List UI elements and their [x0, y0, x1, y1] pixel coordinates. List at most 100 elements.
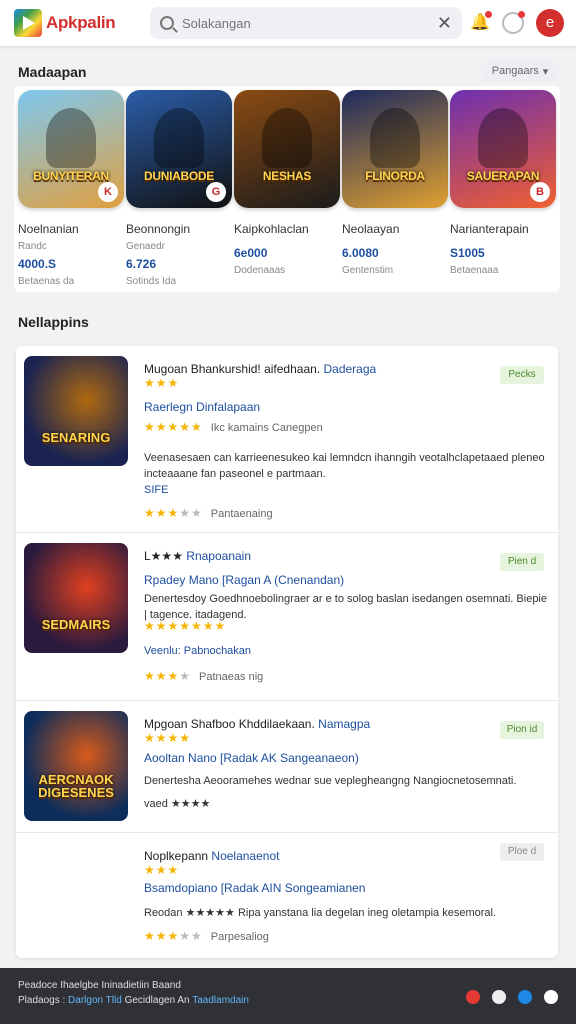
logo-text: Apkpalin [46, 13, 116, 32]
rating-label: Parpesaliog [210, 931, 269, 943]
app-title[interactable]: Mpgoan Shafboo Khddilaekaan. Namagpa [144, 717, 370, 731]
rating-stars: ★★★ [144, 863, 180, 877]
logo[interactable]: Apkpalin [14, 9, 134, 37]
thumbnail-art-text: BUNYITERAN [33, 169, 109, 183]
app-thumbnail[interactable]: DUNIABODE G [126, 90, 232, 208]
sort-dropdown[interactable]: Pangaars ▾ [480, 60, 560, 82]
list-item[interactable]: SENARING Mugoan Bhankurshid! aifedhaan. D… [16, 346, 558, 532]
title-highlight[interactable]: Namagpa [318, 717, 370, 731]
search-input[interactable] [182, 15, 429, 31]
featured-app-card[interactable]: FLINORDA Neolaayan 6.0080 Gentenstim [342, 90, 448, 292]
notification-dot [485, 11, 492, 18]
footer-text: Pladaogs : [18, 995, 66, 1006]
character-figure [154, 108, 204, 168]
stars-empty: ★★ [179, 929, 203, 943]
social-icon[interactable] [492, 990, 506, 1004]
featured-app-card[interactable]: SAUERAPAN B Narianterapain S1005 Betaenaaa [450, 90, 556, 292]
app-title[interactable]: Noplkepann Noelanaenot [144, 849, 279, 863]
social-icon[interactable] [544, 990, 558, 1004]
status-badge: Pion id [500, 721, 544, 739]
app-thumbnail[interactable]: AERCNAOK DIGESENES [24, 711, 128, 821]
title-highlight[interactable]: Daderaga [323, 362, 376, 376]
featured-app-card[interactable]: BUNYITERAN K Noelnanian Randc 4000.S Betaenas… [18, 90, 124, 292]
thumbnail-art-text: DUNIABODE [144, 169, 214, 183]
list-item[interactable]: SEDMAIRS L★★★ Rnapoanain Pien d Rpadey Mano… [16, 532, 558, 700]
featured-app-card[interactable]: DUNIABODE G Beonnongin Genaedr 6.726 Sotinds … [126, 90, 232, 292]
thumbnail-art-text: SEDMAIRS [41, 617, 111, 632]
rating-label: Pantaenaing [210, 508, 273, 520]
app-downloads: 6.726 [126, 257, 157, 271]
app-thumbnail[interactable]: SAUERAPAN B [450, 90, 556, 208]
title-highlight[interactable]: Rnapoanain [186, 549, 251, 563]
app-thumbnail[interactable]: FLINORDA [342, 90, 448, 208]
stars-empty: ★★ [179, 506, 203, 520]
app-subtitle[interactable]: Raerlegn Dinfalapaan [144, 400, 260, 414]
status-badge: Ploe d [500, 843, 544, 861]
app-category: Randc [18, 241, 47, 252]
more-link[interactable]: vaed ★★★★ [144, 797, 210, 810]
rating-stars: ★★★★★ Ikc kamains Canegpen [144, 420, 323, 434]
stars-filled: ★★★ [144, 669, 180, 683]
app-name[interactable]: Kaipkohlaclan [234, 222, 340, 236]
app-description: Denertesha Aeooramehes wednar sue vepleg… [144, 775, 517, 787]
featured-app-card[interactable]: NESHAS Kaipkohlaclan 6e000 Dodenaaas [234, 90, 340, 292]
status-badge: Pien d [500, 553, 544, 571]
app-thumbnail[interactable]: NESHAS [234, 90, 340, 208]
app-meta: Sotinds Ida [126, 276, 177, 287]
thumbnail-art-text: FLINORDA [365, 169, 425, 183]
app-name[interactable]: Narianterapain [450, 222, 556, 236]
rating-stars: ★★★★ [144, 731, 192, 745]
top-bar: Apkpalin ✕ 🔔 e [0, 0, 576, 46]
stars-filled: ★★★ [144, 506, 180, 520]
app-subtitle[interactable]: Rpadey Mano [Ragan A (Cnenandan) [144, 573, 344, 587]
stars-empty: ★ [179, 669, 192, 683]
footer-link[interactable]: Darlgon Tlld [68, 995, 122, 1006]
rating-stars: ★★★★★ Parpesaliog [144, 929, 269, 943]
title-highlight[interactable]: Noelanaenot [211, 849, 279, 863]
rating-stars: ★★★★★ Pantaenaing [144, 506, 273, 520]
title-text: Noplkepann [144, 849, 209, 863]
app-name[interactable]: Neolaayan [342, 222, 448, 236]
app-downloads: 6.0080 [342, 246, 379, 260]
app-subtitle[interactable]: Bsamdopiano [Radak AIN Songeamianen [144, 881, 365, 895]
rating-label: Ikc kamains Canegpen [210, 422, 323, 434]
app-title[interactable]: Mugoan Bhankurshid! aifedhaan. Daderaga [144, 362, 376, 376]
app-title[interactable]: L★★★ Rnapoanain [144, 549, 251, 563]
app-thumbnail[interactable]: SENARING [24, 356, 128, 466]
app-downloads: 4000.S [18, 257, 57, 271]
footer: Peadoce Ihaelgbe Ininadietiin Baand Plad… [0, 968, 576, 1024]
more-link[interactable]: SIFE [144, 484, 168, 496]
list-item[interactable]: AERCNAOK DIGESENES Mpgoan Shafboo Khddila… [16, 700, 558, 832]
social-icon[interactable] [518, 990, 532, 1004]
close-icon[interactable]: ✕ [437, 13, 452, 34]
search-icon [160, 16, 174, 30]
thumbnail-art-text: SAUERAPAN [466, 169, 540, 183]
rating-stars: ★★★ [144, 376, 180, 390]
footer-line: Peadoce Ihaelgbe Ininadietiin Baand [18, 980, 181, 991]
badge-icon: B [530, 182, 550, 202]
avatar[interactable]: e [536, 9, 564, 37]
footer-link[interactable]: Taadlamdain [192, 995, 249, 1006]
stars-filled: ★★★ [144, 929, 180, 943]
list-item[interactable]: Noplkepann Noelanaenot Ploe d ★★★ Bsamdopia… [16, 832, 558, 958]
app-category: Genaedr [126, 241, 165, 252]
settings-icon[interactable] [502, 11, 525, 34]
app-subtitle[interactable]: Aooltan Nano [Radak AK Sangeanaeon) [144, 751, 359, 765]
app-name[interactable]: Noelnanian [18, 222, 124, 236]
app-downloads: 6e000 [234, 246, 268, 260]
thumbnail-art-text: SENARING [41, 430, 111, 445]
app-name[interactable]: Beonnongin [126, 222, 232, 236]
more-link[interactable]: Veenlu: Pabnochakan [144, 645, 251, 657]
app-description: Veenasesaen can karrieenesukeo kai lemnd… [144, 452, 545, 480]
app-meta: Dodenaaas [234, 265, 286, 276]
character-figure [262, 108, 312, 168]
bell-icon[interactable]: 🔔 [470, 11, 492, 33]
character-figure [370, 108, 420, 168]
rating-label: Patnaeas nig [199, 671, 264, 683]
character-figure [46, 108, 96, 168]
app-thumbnail[interactable]: SEDMAIRS [24, 543, 128, 653]
search-bar[interactable]: ✕ [150, 7, 462, 39]
social-icon[interactable] [466, 990, 480, 1004]
app-thumbnail[interactable]: BUNYITERAN K [18, 90, 124, 208]
thumbnail-art-text: AERCNAOK DIGESENES [38, 772, 114, 800]
